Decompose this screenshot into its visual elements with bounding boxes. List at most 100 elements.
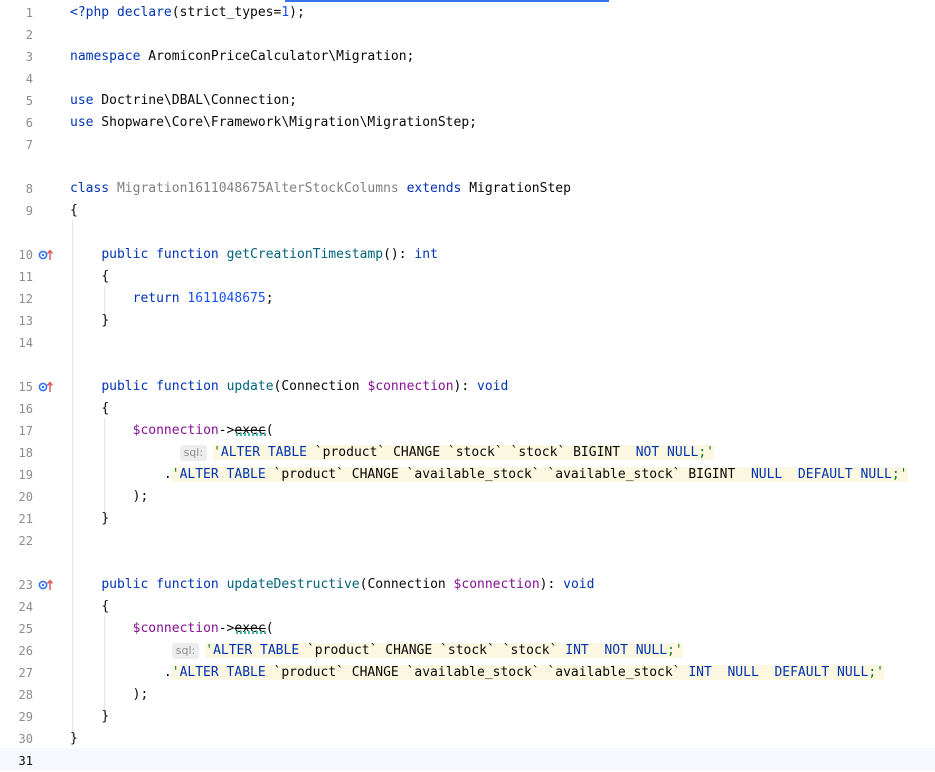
line-number: 17: [18, 424, 33, 438]
php-open-tag: <?php: [70, 5, 110, 20]
line-number: 6: [25, 116, 33, 130]
brace: }: [101, 313, 110, 328]
quote: ;': [698, 445, 715, 460]
line-number: 21: [18, 512, 33, 526]
line-number: 29: [18, 710, 33, 724]
line-number: 3: [25, 50, 33, 64]
gutter-row: 21: [0, 508, 68, 530]
brace: {: [101, 269, 110, 284]
code-line-30[interactable]: }: [70, 728, 78, 750]
code-line-24[interactable]: {: [70, 596, 109, 618]
line-number: 23: [18, 578, 33, 592]
code-line-12[interactable]: return 1611048675;: [70, 288, 274, 310]
line-number: 27: [18, 666, 33, 680]
code-line-29[interactable]: }: [70, 706, 109, 728]
punct: ():: [383, 247, 415, 262]
method-name-update: update: [226, 379, 274, 394]
line-number: 19: [18, 468, 33, 482]
line-number: 24: [18, 600, 33, 614]
gutter-row: 15: [0, 376, 68, 398]
code-line-21[interactable]: }: [70, 508, 109, 530]
declare-close: );: [289, 5, 305, 20]
sql-keyword: ALTER TABLE: [213, 643, 300, 658]
void-keyword: void: [563, 577, 595, 592]
line-number: 22: [18, 534, 33, 548]
brace: }: [70, 731, 78, 746]
code-line-19[interactable]: .'ALTER TABLE `product` CHANGE `availabl…: [70, 464, 908, 486]
code-line-9[interactable]: {: [70, 200, 78, 222]
line-number: 16: [18, 402, 33, 416]
line-number: 15: [18, 380, 33, 394]
function-keyword: function: [156, 577, 219, 592]
sql-keyword: DEFAULT NULL: [797, 467, 892, 482]
search-highlight-marker: [285, 0, 609, 2]
param-type: (Connection: [273, 379, 368, 394]
code-line-25[interactable]: $connection->exec(: [70, 618, 274, 640]
sql-identifier: `stock` `stock`: [440, 445, 574, 460]
code-line-17[interactable]: $connection->exec(: [70, 420, 274, 442]
code-line-11[interactable]: {: [70, 266, 109, 288]
line-number: 26: [18, 644, 33, 658]
current-line-highlight: [0, 748, 935, 770]
gutter-row: 9: [0, 200, 68, 222]
code-line-5[interactable]: use Doctrine\DBAL\Connection;: [70, 90, 297, 112]
sql-fragment: 'ALTER TABLE `product` CHANGE `stock` `s…: [205, 643, 683, 658]
extends-keyword: extends: [406, 181, 462, 196]
gutter-row: 17: [0, 420, 68, 442]
override-method-icon[interactable]: [38, 249, 54, 261]
code-editor[interactable]: 1 2 3 4 5 6 7 8 9 10 11 12 13 14 15 16 17 18 19 20 21 22 23 24 2…: [0, 0, 935, 770]
gutter-row: 4: [0, 68, 68, 90]
code-line-26[interactable]: sql: 'ALTER TABLE `product` CHANGE `stock…: [70, 640, 683, 662]
code-line-3[interactable]: namespace AromiconPriceCalculator\Migrat…: [70, 46, 414, 68]
line-number: 31: [18, 754, 33, 768]
code-line-10[interactable]: public function getCreationTimestamp(): …: [70, 244, 438, 266]
gutter-row: 24: [0, 596, 68, 618]
sql-type: BIGINT: [573, 445, 621, 460]
param-var: $connection: [367, 379, 454, 394]
code-line-1[interactable]: <?php declare(strict_types=1);: [70, 2, 305, 24]
sql-inlay-hint: sql:: [179, 445, 208, 461]
line-number: 4: [25, 72, 33, 86]
gutter-row: 31: [0, 750, 68, 772]
sql-keyword: CHANGE: [351, 467, 399, 482]
quote: ;': [667, 643, 683, 658]
code-line-27[interactable]: .'ALTER TABLE `product` CHANGE `availabl…: [70, 662, 885, 684]
code-line-6[interactable]: use Shopware\Core\Framework\Migration\Mi…: [70, 112, 477, 134]
gutter-row: 26: [0, 640, 68, 662]
code-line-20[interactable]: );: [70, 486, 149, 508]
paren: (: [265, 621, 274, 636]
code-line-8[interactable]: class Migration1611048675AlterStockColum…: [70, 178, 571, 200]
line-number: 11: [18, 270, 33, 284]
sql-keyword: DEFAULT NULL: [774, 665, 869, 680]
override-method-icon[interactable]: [38, 381, 54, 393]
override-method-icon[interactable]: [38, 579, 54, 591]
use-keyword: use: [70, 115, 94, 130]
code-line-23[interactable]: public function updateDestructive(Connec…: [70, 574, 594, 596]
gutter-row: 8: [0, 178, 68, 200]
line-number: 28: [18, 688, 33, 702]
code-line-18[interactable]: sql: 'ALTER TABLE `product` CHANGE `stock…: [70, 442, 715, 464]
gutter-row: 18: [0, 442, 68, 464]
line-number: 8: [25, 182, 33, 196]
code-line-13[interactable]: }: [70, 310, 109, 332]
int-keyword: int: [414, 247, 438, 262]
brace: {: [101, 401, 110, 416]
code-line-15[interactable]: public function update(Connection $conne…: [70, 376, 508, 398]
code-line-28[interactable]: );: [70, 684, 149, 706]
sql-identifier: `product`: [265, 665, 352, 680]
param-type: (Connection: [359, 577, 454, 592]
deprecated-exec-method: exec: [234, 621, 266, 636]
gutter-row: 25: [0, 618, 68, 640]
punct: ):: [453, 379, 478, 394]
declare-keyword: declare: [116, 5, 172, 20]
code-line-16[interactable]: {: [70, 398, 109, 420]
sql-type: INT: [565, 643, 589, 658]
line-number: 1: [25, 6, 33, 20]
param-var: $connection: [453, 577, 540, 592]
line-number: 14: [18, 336, 33, 350]
quote: ': [205, 643, 214, 658]
close-call: );: [132, 489, 149, 504]
connection-var: $connection: [132, 423, 219, 438]
sql-identifier: `product`: [265, 467, 352, 482]
